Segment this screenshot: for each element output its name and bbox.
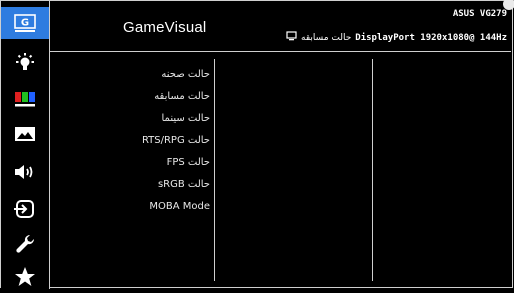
favorite-star-icon	[13, 265, 37, 289]
option-rts-rpg[interactable]: RTS/RPG حالت	[142, 130, 210, 152]
sound-icon	[12, 162, 38, 182]
color-bars-icon	[12, 89, 38, 109]
sidebar-item-color[interactable]	[1, 83, 49, 115]
monitor-icon	[286, 31, 297, 44]
option-fps[interactable]: FPS حالت	[167, 152, 210, 174]
sidebar-item-blue-light[interactable]	[1, 47, 49, 79]
option-srgb[interactable]: sRGB حالت	[158, 174, 210, 196]
monitor-model: ASUS VG279	[452, 9, 507, 19]
column-divider-2	[372, 59, 373, 281]
system-setup-wrench-icon	[13, 232, 37, 256]
sidebar: G	[1, 1, 50, 289]
svg-text:G: G	[21, 18, 29, 29]
current-mode: حالت مسابقه	[301, 32, 352, 43]
header: GameVisual ASUS VG279 حالت مسابقه Displa…	[50, 1, 511, 52]
option-scenery[interactable]: حالت صحنه	[161, 64, 210, 86]
status-line: حالت مسابقه DisplayPort 1920x1080@ 144Hz	[286, 31, 507, 44]
option-moba[interactable]: MOBA Mode	[149, 196, 210, 218]
blue-light-filter-icon	[13, 51, 37, 75]
page-title: GameVisual	[123, 19, 207, 36]
gamevisual-g-icon: G	[12, 12, 38, 34]
sidebar-item-input[interactable]	[1, 193, 49, 225]
column-divider-1	[214, 59, 215, 281]
input-select-icon	[12, 198, 38, 220]
sidebar-item-system-setup[interactable]	[1, 228, 49, 260]
osd-menu: G GameVisual ASUS VG279 حالت مسابقه Disp…	[0, 0, 514, 289]
sidebar-item-favorite[interactable]	[1, 261, 49, 293]
sidebar-item-sound[interactable]	[1, 156, 49, 188]
sidebar-item-gamevisual[interactable]: G	[1, 7, 49, 39]
image-icon	[12, 124, 38, 144]
option-cinema[interactable]: حالت سینما	[161, 108, 210, 130]
signal-info: DisplayPort 1920x1080@ 144Hz	[355, 32, 507, 43]
sidebar-item-image[interactable]	[1, 118, 49, 150]
option-racing[interactable]: حالت مسابقه	[154, 86, 210, 108]
